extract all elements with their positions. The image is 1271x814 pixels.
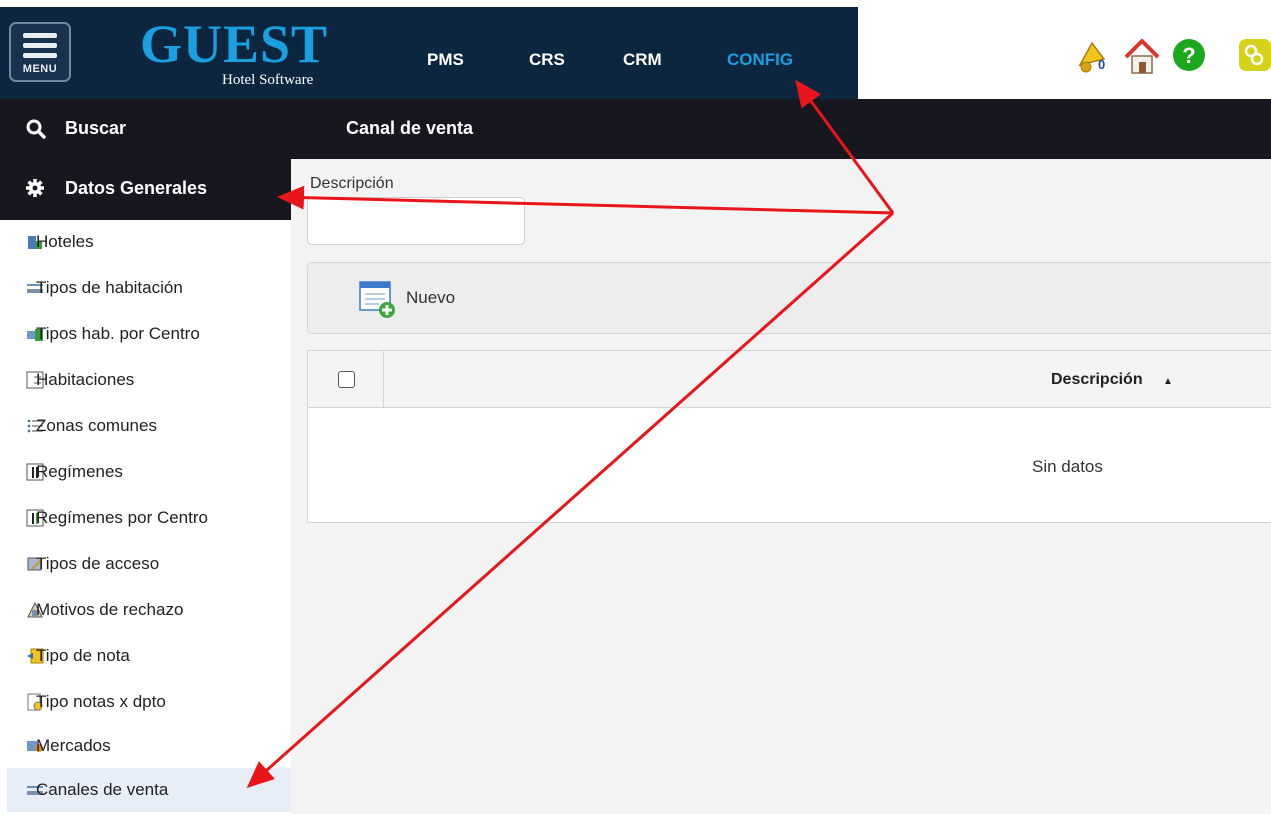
section-label: Datos Generales <box>65 178 208 198</box>
nav-crs[interactable]: CRS <box>529 50 565 70</box>
select-all-checkbox[interactable] <box>338 371 355 388</box>
bell-icon[interactable]: 0 <box>1074 37 1114 77</box>
nav-config[interactable]: CONFIG <box>727 50 793 70</box>
new-record-icon <box>359 281 395 318</box>
sidebar-item-label: Zonas comunes <box>36 416 157 435</box>
sidebar-item-regimenes-centro[interactable]: Regímenes por Centro <box>7 496 291 540</box>
logo-subtitle: Hotel Software <box>222 72 314 88</box>
hamburger-icon <box>23 33 57 38</box>
notification-count: 0 <box>1098 57 1106 72</box>
filter-description-label: Descripción <box>310 175 394 192</box>
top-navigation-bar: MENU GUEST Hotel Software PMS CRS CRM CO… <box>0 7 858 99</box>
page-title: Canal de venta <box>346 118 474 138</box>
help-icon[interactable]: ? <box>1171 37 1207 73</box>
sidebar-item-label: Tipos hab. por Centro <box>36 324 200 343</box>
filter-description-input[interactable] <box>307 197 525 245</box>
sidebar-item-tipos-acceso[interactable]: Tipos de acceso <box>7 542 291 586</box>
sidebar-item-regimenes[interactable]: Regímenes <box>7 450 291 494</box>
sidebar-item-label: Habitaciones <box>36 370 135 389</box>
sidebar-item-label: Canales de venta <box>36 780 169 799</box>
hamburger-icon-line <box>23 43 57 48</box>
sidebar-item-tipo-notas-dpto[interactable]: Tipo notas x dpto <box>7 680 291 724</box>
search-icon <box>26 119 46 139</box>
sidebar-item-motivos-rechazo[interactable]: Motivos de rechazo <box>7 588 291 632</box>
sidebar-item-label: Regímenes <box>36 462 123 481</box>
hamburger-icon-line <box>23 53 57 58</box>
link-icon[interactable] <box>1239 37 1271 73</box>
sidebar-item-label: Mercados <box>36 736 111 755</box>
menu-label: MENU <box>22 63 58 75</box>
sidebar-item-tipo-nota[interactable]: Tipo de nota <box>7 634 291 678</box>
menu-button[interactable]: MENU <box>9 22 71 82</box>
sidebar-item-canales-venta[interactable]: Canales de venta <box>7 768 291 812</box>
sidebar-item-label: Tipo de nota <box>36 646 130 665</box>
sidebar-item-label: Tipos de acceso <box>36 554 160 573</box>
nav-pms[interactable]: PMS <box>427 50 464 70</box>
sidebar-item-label: Tipo notas x dpto <box>36 692 166 711</box>
top-right-toolbar: 0 ? <box>858 7 1271 99</box>
search-label: Buscar <box>65 118 127 138</box>
gear-icon <box>26 179 44 197</box>
grid-empty-message: Sin datos <box>1032 457 1103 476</box>
grid-column-divider <box>383 351 384 407</box>
sidebar-item-tipos-hab-centro[interactable]: Tipos hab. por Centro <box>7 312 291 356</box>
sidebar-item-label: Regímenes por Centro <box>36 508 208 527</box>
sidebar-item-zonas-comunes[interactable]: Zonas comunes <box>7 404 291 448</box>
sidebar-section-datos-generales[interactable]: Datos Generales <box>0 159 291 220</box>
sort-ascending-icon[interactable]: ▲ <box>1163 376 1173 387</box>
sidebar-item-label: Motivos de rechazo <box>36 600 184 619</box>
svg-text:?: ? <box>1182 43 1195 68</box>
logo-title: GUEST <box>140 14 329 74</box>
home-icon[interactable] <box>1123 37 1161 77</box>
column-header-descripcion[interactable]: Descripción <box>1051 371 1143 389</box>
sidebar-item-hoteles[interactable]: Hoteles <box>7 220 291 264</box>
sidebar-item-label: Tipos de habitación <box>36 278 183 297</box>
new-button-label: Nuevo <box>406 288 456 307</box>
sidebar-item-tipos-habitacion[interactable]: Tipos de habitación <box>7 266 291 310</box>
nav-crm[interactable]: CRM <box>623 50 662 70</box>
sidebar-item-mercados[interactable]: Mercados <box>7 724 291 768</box>
sidebar-search[interactable]: Buscar <box>0 99 291 159</box>
sidebar-item-label: Hoteles <box>36 232 94 251</box>
sidebar-item-habitaciones[interactable]: Habitaciones <box>7 358 291 402</box>
